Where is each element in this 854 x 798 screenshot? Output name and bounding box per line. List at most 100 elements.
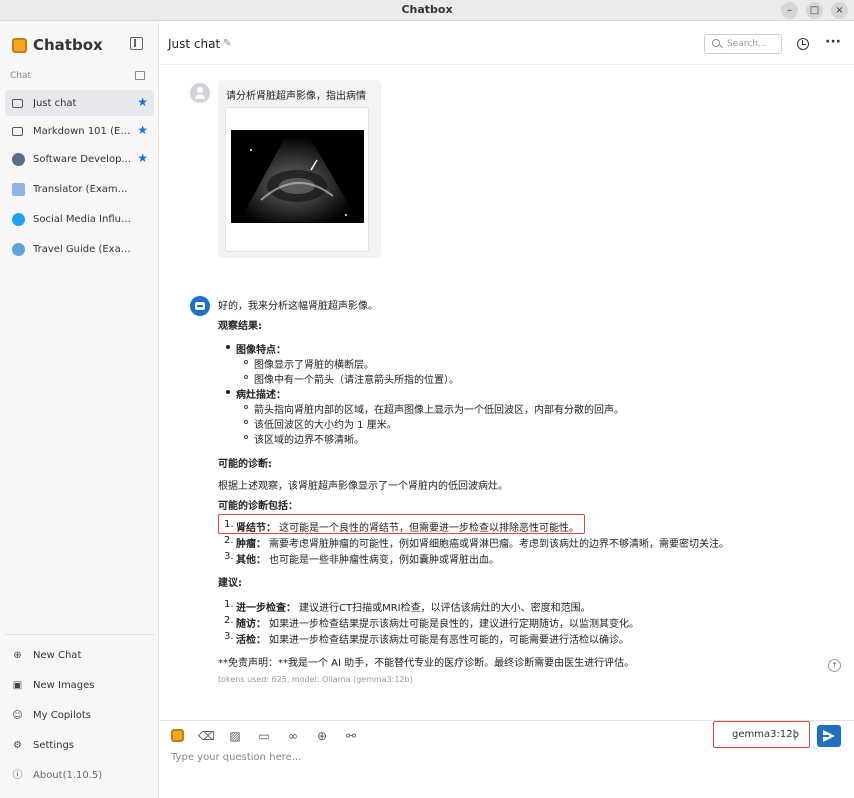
new-chat-label: New Chat — [33, 650, 82, 661]
star-icon[interactable]: ★ — [137, 123, 148, 137]
answer-intro: 好的，我来分析这幅肾脏超声影像。 — [218, 301, 378, 312]
list-text: 如果进一步检查结果提示该病灶可能是有恶性可能的，可能需要进行活检以确诊。 — [269, 635, 629, 646]
bullet-item: 该区域的边界不够清晰。 — [254, 435, 364, 446]
list-number: 1. — [224, 519, 234, 530]
info-icon: ⓘ — [12, 770, 23, 781]
chatbox-logo-icon — [12, 37, 27, 53]
window-titlebar: Chatbox – □ × — [0, 0, 854, 21]
chat-item-travel-guide[interactable]: Travel Guide (Example) — [5, 236, 154, 262]
input-area: ⌫ ▨ ▭ ∞ ⊕ ⚯ gemma3:12b ▴ ▾ Type your ques… — [160, 720, 854, 798]
list-title: 肿瘤： — [236, 539, 266, 550]
edit-pencil-icon[interactable]: ✎ — [223, 38, 231, 49]
my-copilots-button[interactable]: ☺ My Copilots — [12, 710, 91, 721]
settings-sliders-icon[interactable]: ⚯ — [343, 728, 359, 744]
list-number: 1. — [224, 599, 234, 610]
bullet-item: 图像中有一个箭头（请注意箭头所指的位置）。 — [254, 375, 459, 386]
observation-heading: 观察结果: — [218, 321, 262, 332]
bullet-item: 该低回波区的大小约为 1 厘米。 — [254, 420, 397, 431]
list-title: 进一步检查： — [236, 603, 296, 614]
chat-item-label: Markdown 101 (Ex... — [33, 125, 131, 137]
model-selector[interactable]: gemma3:12b ▴ ▾ — [713, 721, 810, 748]
maximize-icon[interactable]: □ — [806, 2, 823, 19]
list-text: 这可能是一个良性的肾结节，但需要进一步检查以排除恶性可能性。 — [279, 523, 579, 534]
list-title: 随访： — [236, 619, 266, 630]
suggestion-heading: 建议: — [218, 578, 242, 589]
history-icon[interactable] — [797, 38, 809, 50]
bullet-title: 病灶描述： — [236, 390, 286, 401]
sub-bullet-circle — [244, 405, 248, 409]
message-list: 请分析肾脏超声影像，指出病情 好的，我来分析这幅肾脏超声影像。 观察结果: 图像… — [160, 66, 854, 720]
list-text: 建议进行CT扫描或MRI检查，以评估该病灶的大小、密度和范围。 — [299, 603, 591, 614]
chat-bubble-icon — [12, 126, 23, 136]
diagnosis-list-heading: 可能的诊断包括： — [218, 501, 298, 512]
message-input[interactable]: Type your question here... — [171, 752, 301, 763]
image-icon[interactable]: ▨ — [227, 728, 243, 744]
gear-icon: ⚙ — [13, 740, 22, 751]
list-text: 如果进一步检查结果提示该病灶可能是良性的，建议进行定期随访，以监测其变化。 — [269, 619, 639, 630]
ultrasound-image — [231, 130, 364, 223]
new-images-button[interactable]: ▣ New Images — [12, 680, 95, 691]
list-title: 活检： — [236, 635, 266, 646]
list-number: 2. — [224, 535, 234, 546]
link-icon[interactable]: ∞ — [285, 728, 301, 744]
chatbox-logo-icon[interactable] — [171, 729, 184, 742]
robot-icon: ☺ — [12, 710, 23, 721]
globe-icon[interactable]: ⊕ — [314, 728, 330, 744]
list-number: 2. — [224, 615, 234, 626]
list-title: 肾结节： — [236, 523, 276, 534]
folder-icon[interactable]: ▭ — [256, 728, 272, 744]
chat-header: Just chat ✎ Search... ··· — [160, 21, 854, 65]
chat-item-label: Travel Guide (Example) — [33, 243, 131, 255]
settings-button[interactable]: ⚙ Settings — [12, 740, 74, 751]
user-message-text: 请分析肾脏超声影像，指出病情 — [226, 91, 366, 102]
star-icon[interactable]: ★ — [137, 95, 148, 109]
new-chat-button[interactable]: ⊕ New Chat — [12, 650, 81, 661]
disclaimer-text: **免责声明：**我是一个 AI 助手，不能替代专业的医疗诊断。最终诊断需要由医… — [218, 658, 635, 669]
search-input[interactable]: Search... — [704, 34, 782, 54]
minimize-icon[interactable]: – — [781, 2, 798, 19]
sub-bullet-circle — [244, 360, 248, 364]
send-button[interactable] — [817, 725, 841, 747]
translator-avatar-icon — [12, 182, 25, 196]
chat-bubble-icon — [12, 98, 23, 108]
about-label: About(1.10.5) — [33, 770, 103, 781]
globe-avatar-icon — [12, 242, 25, 256]
chat-item-markdown[interactable]: Markdown 101 (Ex... ★ — [5, 118, 154, 144]
attached-image-card[interactable] — [225, 107, 369, 252]
bullet-dot — [226, 345, 230, 349]
list-text: 也可能是一些非肿瘤性病变，例如囊肿或肾脏出血。 — [269, 555, 499, 566]
brand-name: Chatbox — [33, 36, 103, 54]
scroll-to-top-icon[interactable]: ↑ — [828, 659, 841, 672]
chat-item-translator[interactable]: Translator (Example) — [5, 176, 154, 202]
my-copilots-label: My Copilots — [33, 710, 91, 721]
chat-item-label: Translator (Example) — [33, 183, 131, 195]
search-icon — [712, 39, 720, 47]
list-number: 3. — [224, 551, 234, 562]
window-title: Chatbox — [401, 3, 453, 16]
model-selector-value: gemma3:12b — [732, 729, 799, 740]
close-icon[interactable]: × — [831, 2, 848, 19]
chat-item-label: Social Media Influencer ... — [33, 213, 131, 225]
sidebar: Chatbox Chat Just chat ★ Markdown 101 (E… — [0, 21, 159, 798]
chat-item-software-developer[interactable]: Software Develop... ★ — [5, 146, 154, 172]
star-icon[interactable]: ★ — [137, 151, 148, 165]
eraser-icon[interactable]: ⌫ — [198, 728, 215, 744]
collapse-sidebar-icon[interactable] — [130, 37, 143, 50]
developer-avatar-icon — [12, 152, 25, 166]
assistant-avatar — [190, 296, 210, 316]
diagnosis-text: 根据上述观察，该肾脏超声影像显示了一个肾脏内的低回波病灶。 — [218, 481, 508, 492]
section-label: Chat — [10, 71, 32, 81]
chat-title[interactable]: Just chat — [168, 37, 220, 51]
chat-item-label: Just chat — [33, 97, 77, 109]
archive-icon[interactable] — [135, 71, 145, 80]
sub-bullet-circle — [244, 435, 248, 439]
chat-item-social-media[interactable]: Social Media Influencer ... — [5, 206, 154, 232]
about-button[interactable]: ⓘ About(1.10.5) — [12, 770, 103, 781]
new-images-label: New Images — [33, 680, 95, 691]
main-panel: Just chat ✎ Search... ··· 请分析肾脏超声影像，指出病情 — [160, 21, 854, 798]
sub-bullet-circle — [244, 420, 248, 424]
bullet-title: 图像特点： — [236, 345, 286, 356]
brand: Chatbox — [12, 35, 103, 55]
more-options-icon[interactable]: ··· — [825, 34, 841, 50]
chat-item-just-chat[interactable]: Just chat ★ — [5, 90, 154, 116]
